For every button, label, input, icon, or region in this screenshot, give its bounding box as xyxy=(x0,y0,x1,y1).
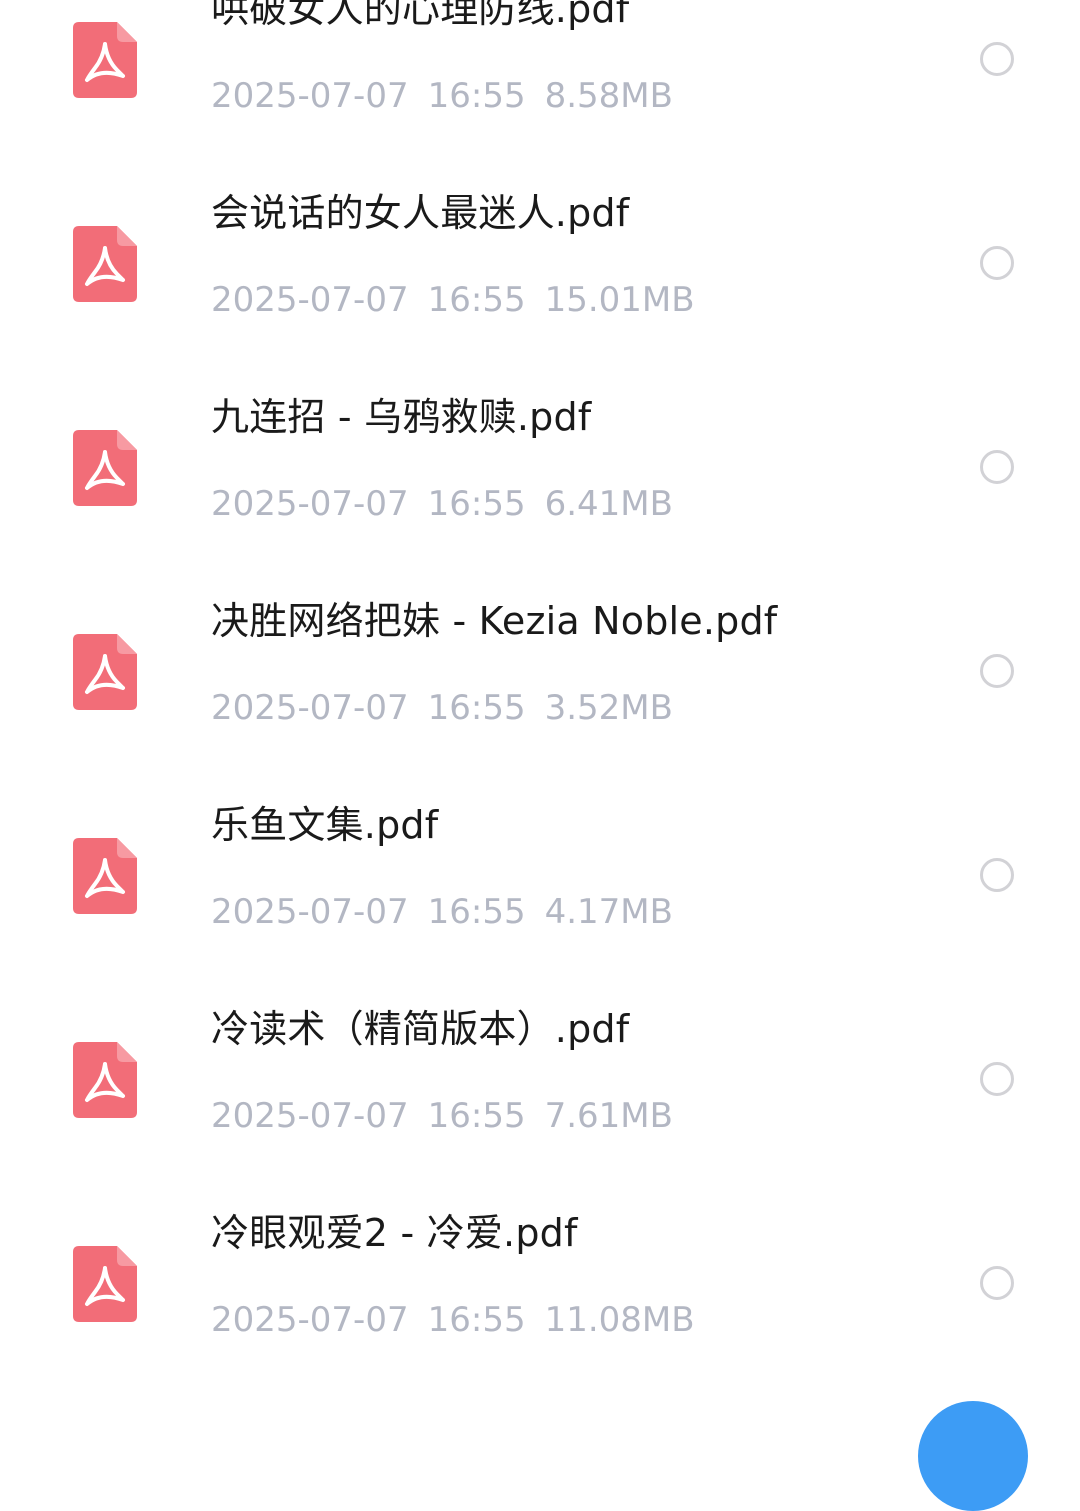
file-time: 16:55 xyxy=(427,484,526,524)
select-radio[interactable] xyxy=(980,654,1014,688)
pdf-icon xyxy=(73,226,137,302)
file-name: 九连招 - 乌鸦救赎.pdf xyxy=(211,395,592,439)
select-radio[interactable] xyxy=(980,858,1014,892)
file-date: 2025-07-07 xyxy=(211,1096,409,1136)
file-time: 16:55 xyxy=(427,76,526,116)
select-radio[interactable] xyxy=(980,42,1014,76)
file-time: 16:55 xyxy=(427,1300,526,1340)
file-meta: 2025-07-07 16:55 8.58MB xyxy=(211,75,692,117)
file-name: 会说话的女人最迷人.pdf xyxy=(211,191,630,235)
file-meta: 2025-07-07 16:55 6.41MB xyxy=(211,483,692,525)
file-row[interactable]: 决胜网络把妹 - Kezia Noble.pdf 2025-07-07 16:55… xyxy=(0,599,1080,816)
file-date: 2025-07-07 xyxy=(211,280,409,320)
file-meta: 2025-07-07 16:55 11.08MB xyxy=(211,1299,714,1341)
file-size: 4.17MB xyxy=(544,892,673,932)
file-time: 16:55 xyxy=(427,892,526,932)
file-date: 2025-07-07 xyxy=(211,76,409,116)
file-row[interactable]: 会说话的女人最迷人.pdf 2025-07-07 16:55 15.01MB xyxy=(0,191,1080,408)
file-size: 15.01MB xyxy=(544,280,695,320)
file-date: 2025-07-07 xyxy=(211,892,409,932)
file-row[interactable]: 九连招 - 乌鸦救赎.pdf 2025-07-07 16:55 6.41MB xyxy=(0,395,1080,612)
file-list: 哄破女人的心理防线.pdf 2025-07-07 16:55 8.58MB 会说话的… xyxy=(0,0,1080,1511)
pdf-icon xyxy=(73,22,137,98)
file-date: 2025-07-07 xyxy=(211,1300,409,1340)
file-date: 2025-07-07 xyxy=(211,484,409,524)
file-row[interactable]: 乐鱼文集.pdf 2025-07-07 16:55 4.17MB xyxy=(0,803,1080,1020)
select-radio[interactable] xyxy=(980,1266,1014,1300)
pdf-icon xyxy=(73,1042,137,1118)
select-radio[interactable] xyxy=(980,1062,1014,1096)
pdf-icon xyxy=(73,838,137,914)
file-meta: 2025-07-07 16:55 4.17MB xyxy=(211,891,692,933)
pdf-icon xyxy=(73,1246,137,1322)
file-meta: 2025-07-07 16:55 15.01MB xyxy=(211,279,714,321)
file-time: 16:55 xyxy=(427,1096,526,1136)
select-radio[interactable] xyxy=(980,450,1014,484)
file-time: 16:55 xyxy=(427,280,526,320)
file-time: 16:55 xyxy=(427,688,526,728)
pdf-icon xyxy=(73,634,137,710)
file-name: 决胜网络把妹 - Kezia Noble.pdf xyxy=(211,599,778,643)
file-name: 冷眼观爱2 - 冷爱.pdf xyxy=(211,1211,578,1255)
file-row[interactable]: 哄破女人的心理防线.pdf 2025-07-07 16:55 8.58MB xyxy=(0,0,1080,204)
file-meta: 2025-07-07 16:55 3.52MB xyxy=(211,687,692,729)
pdf-icon xyxy=(73,430,137,506)
select-radio[interactable] xyxy=(980,246,1014,280)
floating-action-button[interactable] xyxy=(918,1401,1028,1511)
file-name: 冷读术（精简版本）.pdf xyxy=(211,1007,630,1051)
file-size: 6.41MB xyxy=(544,484,673,524)
file-name: 乐鱼文集.pdf xyxy=(211,803,439,847)
file-row[interactable]: 冷读术（精简版本）.pdf 2025-07-07 16:55 7.61MB xyxy=(0,1007,1080,1224)
file-meta: 2025-07-07 16:55 7.61MB xyxy=(211,1095,692,1137)
file-size: 3.52MB xyxy=(544,688,673,728)
file-size: 7.61MB xyxy=(544,1096,673,1136)
file-date: 2025-07-07 xyxy=(211,688,409,728)
file-size: 11.08MB xyxy=(544,1300,695,1340)
file-row[interactable]: 冷眼观爱2 - 冷爱.pdf 2025-07-07 16:55 11.08MB xyxy=(0,1211,1080,1428)
file-size: 8.58MB xyxy=(544,76,673,116)
file-name: 哄破女人的心理防线.pdf xyxy=(211,0,630,31)
